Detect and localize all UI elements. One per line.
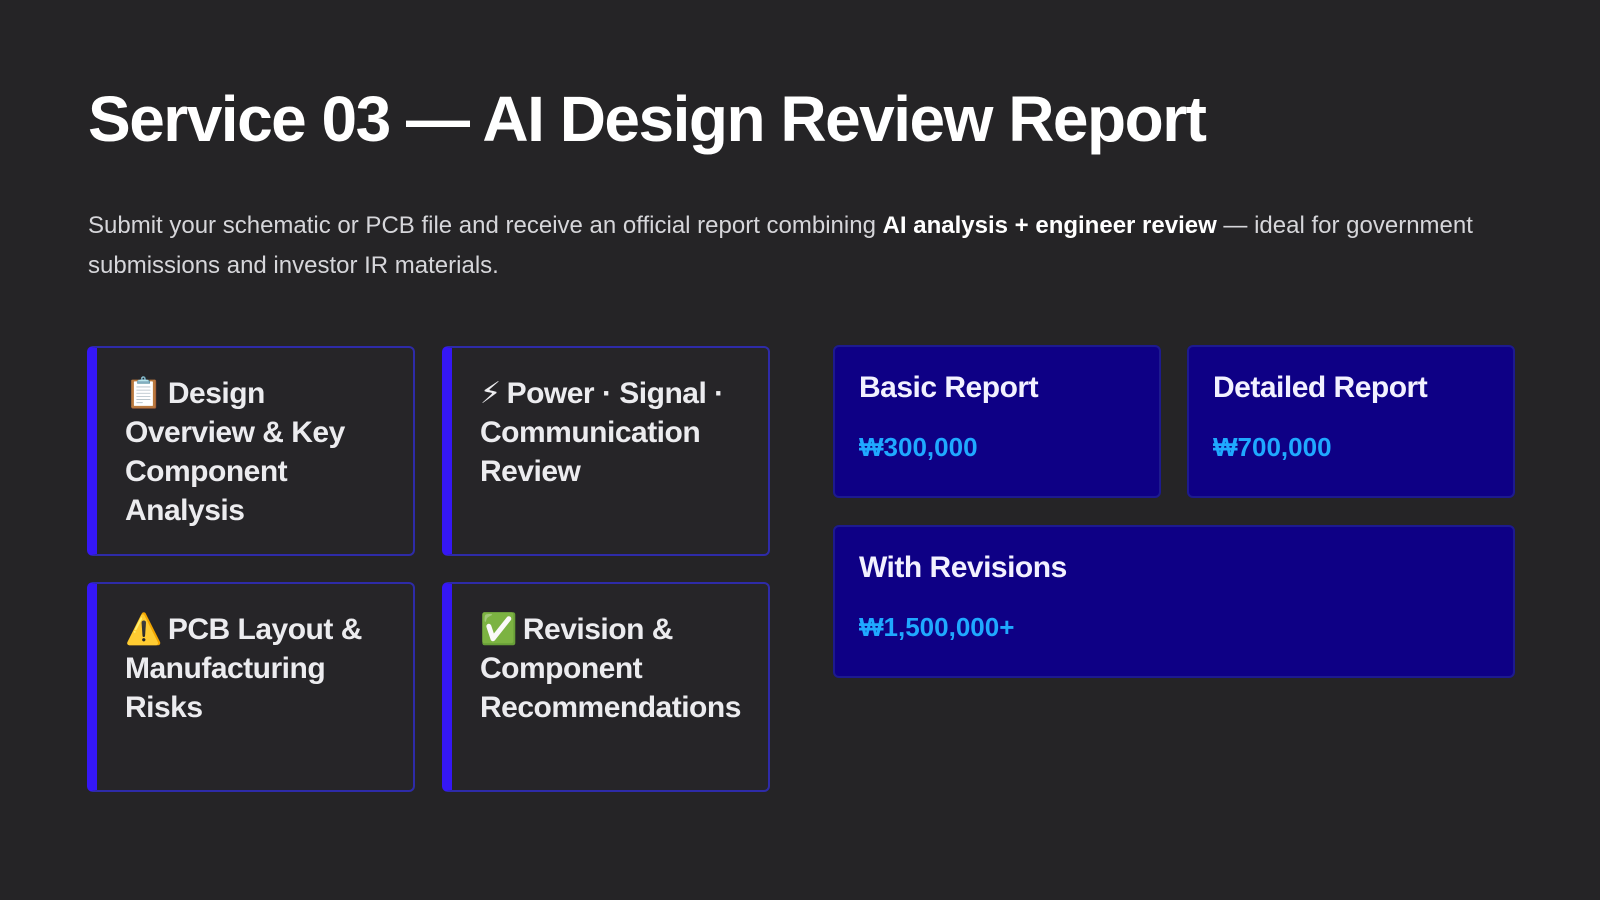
price-card-basic: Basic Report ₩300,000 [833, 345, 1161, 498]
clipboard-icon: 📋 [125, 377, 162, 410]
subtitle-highlight: AI analysis + engineer review [882, 212, 1217, 239]
feature-text: ✅ Revision & Component Recommendations [480, 610, 746, 727]
feature-text: ⚠️ PCB Layout & Manufacturing Risks [125, 610, 391, 727]
feature-text: ⚡ Power · Signal · Communication Review [480, 374, 746, 491]
feature-text: 📋 Design Overview & Key Component Analysi… [125, 374, 391, 530]
price-name: Detailed Report [1213, 371, 1428, 404]
price-name: Basic Report [859, 371, 1039, 404]
price-value: ₩700,000 [1213, 432, 1332, 462]
page-title: Service 03 — AI Design Review Report [88, 83, 1207, 155]
price-value: ₩300,000 [859, 432, 978, 462]
warning-icon: ⚠️ [125, 613, 162, 646]
feature-card-pcb-layout: ⚠️ PCB Layout & Manufacturing Risks [87, 582, 415, 792]
feature-card-power-signal: ⚡ Power · Signal · Communication Review [442, 346, 770, 556]
feature-label: Power · Signal · Communication Review [480, 377, 724, 488]
subtitle-text: Submit your schematic or PCB file and re… [88, 212, 883, 239]
feature-label: Revision & Component Recommendations [480, 613, 741, 724]
price-name: With Revisions [859, 551, 1067, 584]
price-card-revisions: With Revisions ₩1,500,000+ [833, 525, 1515, 678]
lightning-icon: ⚡ [480, 377, 501, 410]
price-card-detailed: Detailed Report ₩700,000 [1187, 345, 1515, 498]
price-value: ₩1,500,000+ [859, 612, 1015, 642]
feature-card-design-overview: 📋 Design Overview & Key Component Analysi… [87, 346, 415, 556]
feature-card-revision: ✅ Revision & Component Recommendations [442, 582, 770, 792]
page-subtitle: Submit your schematic or PCB file and re… [88, 206, 1528, 286]
check-icon: ✅ [480, 613, 517, 646]
